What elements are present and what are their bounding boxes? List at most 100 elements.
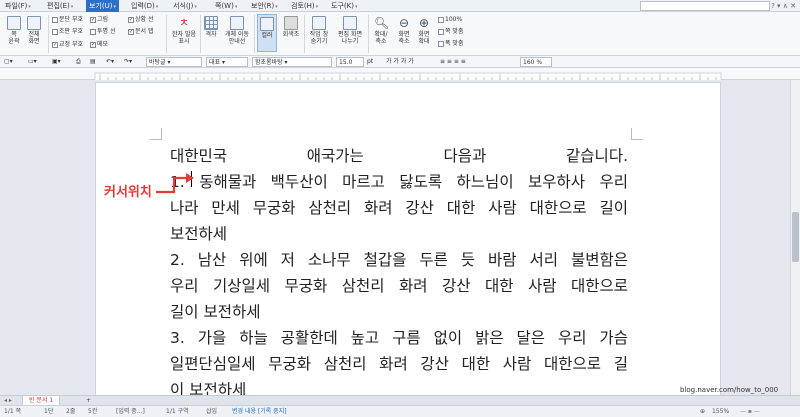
document-body[interactable]: 대한민국 애국가는 다음과 같습니다. 1. 동해물과 백두산이 마르고 닳도록… (170, 143, 628, 403)
check-paragraph-mark[interactable]: 문단 부호 (52, 16, 83, 24)
doc-line: 1. 동해물과 백두산이 마르고 닳도록 하느님이 보우하사 우리 (170, 173, 628, 191)
grid-button[interactable]: 격자 (202, 16, 220, 38)
zoom-out-button[interactable]: ⊖ 화면 축소 (394, 16, 414, 45)
page-fit-button[interactable]: 쪽 맞춤 (438, 28, 463, 36)
undo-icon[interactable]: ↶▾ (106, 57, 114, 67)
checkbox-icon: ✓ (128, 16, 134, 23)
ruler[interactable] (0, 68, 800, 82)
ribbon: 쪽 윤곽 전체 화면 문단 부호 ✓ 그림 조판 부호 투명 선 ✓ 교정 부호 ✓… (0, 12, 800, 56)
menu-insert[interactable]: 입력(D)▾ (128, 0, 161, 12)
zoom-slider[interactable]: — ▪ — (740, 406, 760, 417)
check-transparent-line[interactable]: 투명 선 (90, 28, 115, 36)
zoom-out-icon: ⊖ (398, 16, 410, 30)
status-col: 5칸 (88, 408, 98, 415)
doc-line: 보전하세 (170, 225, 228, 243)
scrollbar-thumb[interactable] (792, 212, 799, 262)
menu-view[interactable]: 보기(U)▾ (86, 0, 119, 12)
full-screen-button[interactable]: 전체 화면 (24, 16, 44, 45)
checkbox-icon: ✓ (90, 16, 96, 23)
status-track-changes[interactable]: 변경 내용 [기록 중지] (232, 406, 287, 417)
zoom-button[interactable]: 🔍︎ 확대/ 축소 (370, 16, 392, 45)
margin-corner-left (150, 128, 162, 140)
menu-page[interactable]: 쪽(W)▾ (212, 0, 240, 12)
menu-edit[interactable]: 편집(E)▾ (44, 0, 76, 12)
grayscale-button[interactable]: 회색조 (280, 16, 302, 38)
hanja-pronunciation-button[interactable]: ㅊ 한자 발음 표시 (170, 16, 198, 45)
cursor-position-label: 커서위치 (104, 185, 152, 200)
status-zoom[interactable]: 155% (712, 406, 729, 417)
document-tabbar: ◂ ▸ 빈 문서 1 + (0, 395, 800, 406)
guide-icon (230, 16, 244, 30)
page-fit-icon (438, 28, 444, 35)
check-picture[interactable]: ✓ 그림 (90, 16, 108, 24)
doc-line: 3. 가을 하늘 공활한데 높고 구름 없이 밝은 달은 우리 가슴 (170, 329, 628, 347)
menu-review[interactable]: 검토(H)▾ (288, 0, 321, 12)
check-document-tab[interactable]: ✓ 문서 탭 (128, 28, 153, 36)
font-lang-select[interactable]: 대표 ▾ (206, 57, 248, 67)
check-status-line[interactable]: ✓ 상황 선 (128, 16, 153, 24)
status-section: 1/1 구역 (166, 408, 189, 415)
new-doc-icon[interactable]: ▢▾ (4, 57, 13, 67)
status-input-mode: [입력 중...] (116, 408, 145, 415)
grayscale-icon (284, 16, 298, 30)
hwp-window: 파일(F)▾ 편집(E)▾ 보기(U)▾ 입력(D)▾ 서식(J)▾ 쪽(W)▾… (0, 0, 800, 417)
checkbox-icon: ✓ (90, 41, 96, 48)
doc-line: 길이 보전하세 (170, 303, 261, 321)
margin-corner-right (631, 128, 643, 140)
split-window-button[interactable]: 편집 화면 나누기 (334, 16, 366, 45)
zoom-in-icon: ⊕ (418, 16, 430, 30)
font-size-input[interactable]: 15.0 (336, 57, 364, 67)
checkbox-icon (90, 28, 96, 35)
search-input[interactable] (640, 1, 770, 11)
formatting-toolbar: ▢▾ ▭▾ ▣▾ ⎙ ▤ ↶▾ ↷▾ 바탕글 ▾ 대표 ▾ 함초롬바탕 ▾ 15… (0, 56, 800, 68)
print-icon[interactable]: ⎙ (76, 57, 81, 67)
save-icon[interactable]: ▣▾ (52, 57, 61, 67)
status-zoom-icon[interactable]: ⊕ (700, 406, 705, 417)
zoom-100-button[interactable]: 100% (438, 16, 462, 24)
status-page: 1/1 쪽 (4, 408, 22, 415)
statusbar: 1/1 쪽 1단 2줄 5칸 [입력 중...] 1/1 구역 삽입 변경 내용… (0, 405, 800, 417)
page-view-button[interactable]: 쪽 윤곽 (4, 16, 24, 45)
task-window-icon (312, 16, 326, 30)
doc-line: 대한민국 애국가는 다음과 같습니다. (170, 147, 628, 165)
task-window-button[interactable]: 작업 창 숨기기 (306, 16, 332, 45)
checkbox-icon: ✓ (128, 28, 134, 35)
menubar: 파일(F)▾ 편집(E)▾ 보기(U)▾ 입력(D)▾ 서식(J)▾ 쪽(W)▾… (0, 0, 800, 12)
preview-icon[interactable]: ▤ (90, 57, 96, 67)
grid-icon (204, 16, 218, 30)
menu-tools[interactable]: 도구(K)▾ (328, 0, 360, 12)
object-guide-button[interactable]: 개체 이동 안내선 (222, 16, 252, 45)
font-select[interactable]: 함초롬바탕 ▾ (252, 57, 332, 67)
fullscreen-icon (27, 16, 41, 30)
doc-line: 우리 기상일세 무궁화 삼천리 화려 강산 대한 사람 대한으로 (170, 277, 628, 295)
redo-icon[interactable]: ↷▾ (124, 57, 132, 67)
check-memo[interactable]: ✓ 메모 (90, 41, 108, 49)
vertical-scrollbar[interactable] (790, 80, 800, 401)
hanja-icon: ㅊ (178, 16, 190, 29)
menu-security[interactable]: 보안(R)▾ (248, 0, 281, 12)
size-unit: pt (367, 58, 374, 65)
page-icon (7, 16, 21, 30)
menu-file[interactable]: 파일(F)▾ (2, 0, 34, 12)
watermark: blog.naver.com/how_to_000 (680, 386, 779, 394)
style-select[interactable]: 바탕글 ▾ (146, 57, 202, 67)
align-icons[interactable]: ≡ ≡ ≡ ≡ (440, 57, 466, 67)
zoom-select[interactable]: 160 % (520, 57, 552, 67)
checkbox-icon (52, 28, 58, 35)
cursor-pointer-arrow (156, 173, 194, 194)
menu-format[interactable]: 서식(J)▾ (170, 0, 200, 12)
window-controls[interactable]: ? ▾ ∧ ✕ (771, 0, 796, 12)
color-icon (260, 17, 274, 31)
zoom-100-icon (438, 16, 444, 23)
open-icon[interactable]: ▭▾ (28, 57, 37, 67)
status-insert[interactable]: 삽입 (206, 406, 217, 417)
checkbox-icon (52, 16, 58, 23)
status-line: 2줄 (66, 408, 76, 415)
zoom-in-button[interactable]: ⊕ 화면 확대 (414, 16, 434, 45)
bold-italic-underline[interactable]: 가 가 가 가 (386, 57, 414, 67)
width-fit-button[interactable]: 폭 맞춤 (438, 40, 463, 48)
check-proof-mark[interactable]: ✓ 교정 부호 (52, 41, 83, 49)
color-mode-button[interactable]: 컬러 (257, 14, 277, 52)
check-control-code[interactable]: 조판 부호 (52, 28, 83, 36)
doc-line: 2. 남산 위에 저 소나무 철갑을 두른 듯 바람 서리 불변함은 (170, 251, 628, 269)
